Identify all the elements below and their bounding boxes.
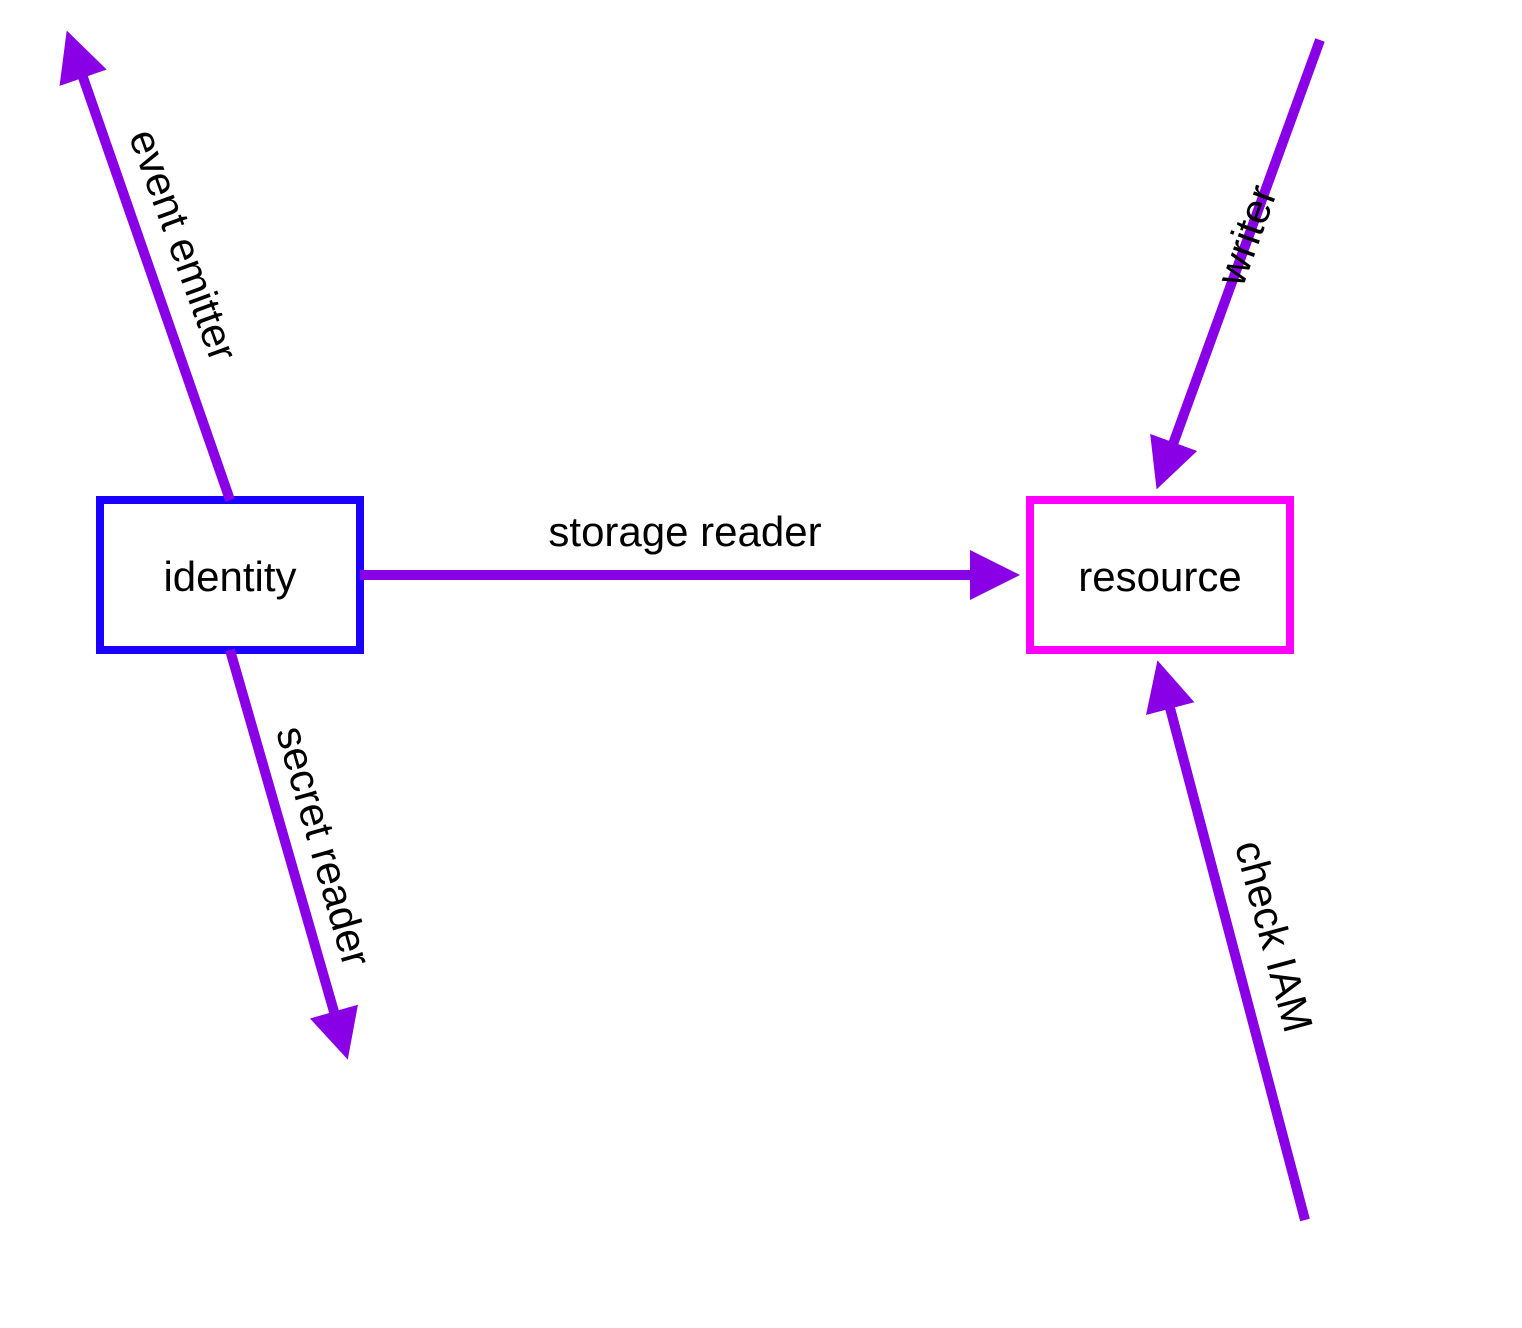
check-iam-label: check IAM — [1226, 835, 1322, 1037]
secret-reader-edge: secret reader — [230, 650, 381, 1050]
writer-edge: writer — [1160, 40, 1320, 480]
event-emitter-edge: event emitter — [70, 40, 247, 500]
diagram-canvas: identity resource storage reader event e… — [0, 0, 1522, 1328]
identity-node-label: identity — [163, 553, 296, 600]
storage-reader-label: storage reader — [548, 508, 821, 555]
writer-label: writer — [1206, 179, 1286, 292]
resource-node-label: resource — [1078, 553, 1241, 600]
identity-node: identity — [100, 500, 360, 650]
resource-node: resource — [1030, 500, 1290, 650]
storage-reader-edge: storage reader — [360, 508, 1010, 575]
check-iam-edge: check IAM — [1160, 670, 1322, 1220]
